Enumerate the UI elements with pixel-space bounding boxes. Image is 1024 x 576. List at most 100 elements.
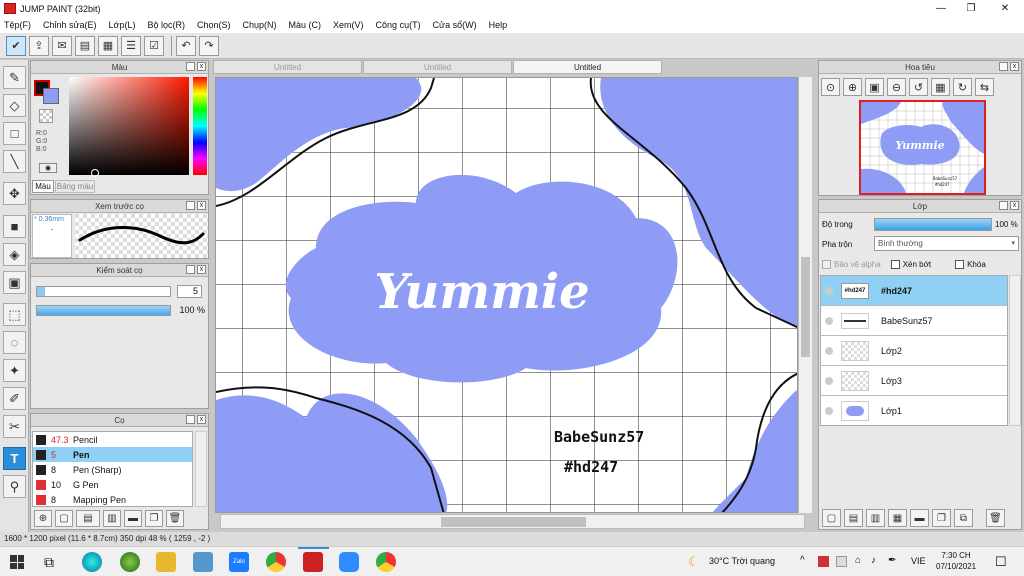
panel-pop-icon[interactable]	[186, 62, 195, 71]
brush-tool-icon[interactable]: ✎	[3, 66, 26, 89]
brush-item[interactable]: 8 Pen (Sharp)	[33, 462, 192, 477]
zoom-in-icon[interactable]: ⊕	[843, 78, 862, 96]
eraser-tool-icon[interactable]: ◇	[3, 94, 26, 117]
app-icon[interactable]	[120, 552, 140, 572]
edge-icon[interactable]	[82, 552, 102, 572]
panel-close-icon[interactable]: x	[197, 201, 206, 210]
new-layer-menu-icon[interactable]: ▤	[844, 509, 863, 527]
task-view-icon[interactable]: ⧉	[44, 554, 54, 571]
delete-layer-icon[interactable]: 🗑	[986, 509, 1005, 527]
panel-pop-icon[interactable]	[999, 62, 1008, 71]
alpha-lock-checkbox[interactable]	[822, 260, 831, 269]
eye-icon[interactable]	[825, 316, 833, 325]
move-tool-icon[interactable]: ✥	[3, 182, 26, 205]
language-indicator[interactable]: VIE	[911, 556, 926, 566]
menu-select[interactable]: Chọn(S)	[197, 20, 231, 30]
rectangle-select-icon[interactable]: □	[3, 122, 26, 145]
layer-row[interactable]: BabeSunz57	[821, 306, 1007, 336]
list-icon[interactable]: ☰	[121, 35, 141, 56]
layer-opacity-slider[interactable]	[874, 218, 992, 231]
horizontal-scroll-thumb[interactable]	[441, 517, 586, 527]
rotate-left-icon[interactable]: ↺	[909, 78, 928, 96]
layer-row[interactable]: Lớp2	[821, 336, 1007, 366]
flip-icon[interactable]: ⇆	[975, 78, 994, 96]
zoom-fit-icon[interactable]: ⊙	[821, 78, 840, 96]
horizontal-scrollbar[interactable]	[220, 514, 805, 529]
check-icon[interactable]: ✔	[6, 35, 26, 56]
share-icon[interactable]: ⇪	[29, 35, 49, 56]
close-button[interactable]: ✕	[988, 0, 1022, 17]
redo-icon[interactable]: ↷	[199, 35, 219, 56]
volume-icon[interactable]: ♪	[871, 555, 876, 566]
trash-icon[interactable]: 🗑	[166, 510, 184, 527]
lasso-tool-icon[interactable]: ◌	[3, 331, 26, 354]
document-tab[interactable]: Untitled	[363, 60, 512, 74]
maximize-button[interactable]: ❐	[954, 0, 988, 17]
transparent-swatch[interactable]	[39, 109, 53, 123]
vertical-scroll-thumb[interactable]	[801, 257, 810, 357]
layer-list-scrollbar[interactable]	[1009, 275, 1021, 426]
drawing-canvas[interactable]: Yummie BabeSunz57 #hd247	[215, 77, 798, 513]
network-icon[interactable]: ⌂	[855, 555, 861, 566]
color-saturation-field[interactable]	[69, 77, 189, 175]
eye-icon[interactable]	[825, 376, 833, 385]
clock[interactable]: 7:30 CH 07/10/2021	[936, 550, 976, 572]
brush-size-slider[interactable]	[36, 286, 171, 297]
line-tool-icon[interactable]: ╲	[3, 150, 26, 173]
menu-filter[interactable]: Bộ lọc(R)	[147, 20, 185, 30]
duplicate-layer-icon[interactable]: ❐	[932, 509, 951, 527]
menu-help[interactable]: Help	[489, 20, 508, 30]
app-icon[interactable]	[193, 552, 213, 572]
chrome-icon[interactable]	[266, 552, 286, 572]
merge-layer-icon[interactable]: ⧉	[954, 509, 973, 527]
document-icon[interactable]: ▦	[98, 35, 118, 56]
tab-palette[interactable]: Bảng màu	[55, 180, 95, 193]
brush-size-input[interactable]: 5	[177, 285, 202, 298]
panel-close-icon[interactable]: x	[197, 265, 206, 274]
panel-pop-icon[interactable]	[186, 265, 195, 274]
menu-window[interactable]: Cửa sổ(W)	[433, 20, 477, 30]
menu-color[interactable]: Màu (C)	[289, 20, 322, 30]
notification-icon[interactable]: ☐	[995, 554, 1007, 570]
clip-checkbox[interactable]	[890, 260, 900, 269]
layer-settings-icon[interactable]: ▥	[866, 509, 885, 527]
select-pen-icon[interactable]: ✐	[3, 387, 26, 410]
reset-rotation-icon[interactable]: ▦	[931, 78, 950, 96]
zalo-icon[interactable]: Zalo	[229, 552, 249, 572]
gradient-tool-icon[interactable]: ▣	[3, 271, 26, 294]
duplicate-icon[interactable]: ❐	[145, 510, 163, 527]
color-picker-cursor[interactable]	[91, 169, 99, 177]
panel-close-icon[interactable]: x	[1010, 201, 1019, 210]
zoom-icon[interactable]	[339, 552, 359, 572]
menu-view[interactable]: Xem(V)	[333, 20, 364, 30]
brush-opacity-slider[interactable]	[36, 305, 171, 316]
layer-folder-icon[interactable]: ▬	[910, 509, 929, 527]
menu-edit[interactable]: Chỉnh sửa(E)	[43, 20, 97, 30]
start-icon[interactable]	[10, 555, 24, 569]
tray-app-icon[interactable]	[818, 556, 829, 567]
new-file-icon[interactable]: ▢	[55, 510, 73, 527]
fit-window-icon[interactable]: ▣	[865, 78, 884, 96]
comment-icon[interactable]: ✉	[52, 35, 72, 56]
panel-close-icon[interactable]: x	[1010, 62, 1019, 71]
select-eraser-icon[interactable]: ✂	[3, 415, 26, 438]
background-color-swatch[interactable]	[43, 88, 59, 104]
minimize-button[interactable]: —	[924, 0, 958, 17]
weather-icon[interactable]: ☾	[688, 554, 700, 570]
message-icon[interactable]: ▤	[75, 35, 95, 56]
menu-tools[interactable]: Công cụ(T)	[376, 20, 421, 30]
document-tab[interactable]: Untitled	[213, 60, 362, 74]
panel-pop-icon[interactable]	[186, 415, 195, 424]
rotate-right-icon[interactable]: ↻	[953, 78, 972, 96]
weather-text[interactable]: 30°C Trời quang	[709, 556, 775, 566]
text-tool-icon[interactable]: T	[3, 447, 26, 470]
layer-blend-select[interactable]: Bình thường ▾	[874, 236, 1019, 251]
folder-icon[interactable]: ▬	[124, 510, 142, 527]
jump-paint-icon[interactable]	[303, 552, 323, 572]
panel-pop-icon[interactable]	[999, 201, 1008, 210]
hue-slider[interactable]	[193, 77, 207, 175]
layer-row[interactable]: Lớp1	[821, 396, 1007, 426]
eye-icon[interactable]	[825, 286, 833, 295]
menu-file[interactable]: Tệp(F)	[4, 20, 31, 30]
chevron-up-icon[interactable]: ^	[800, 555, 805, 566]
